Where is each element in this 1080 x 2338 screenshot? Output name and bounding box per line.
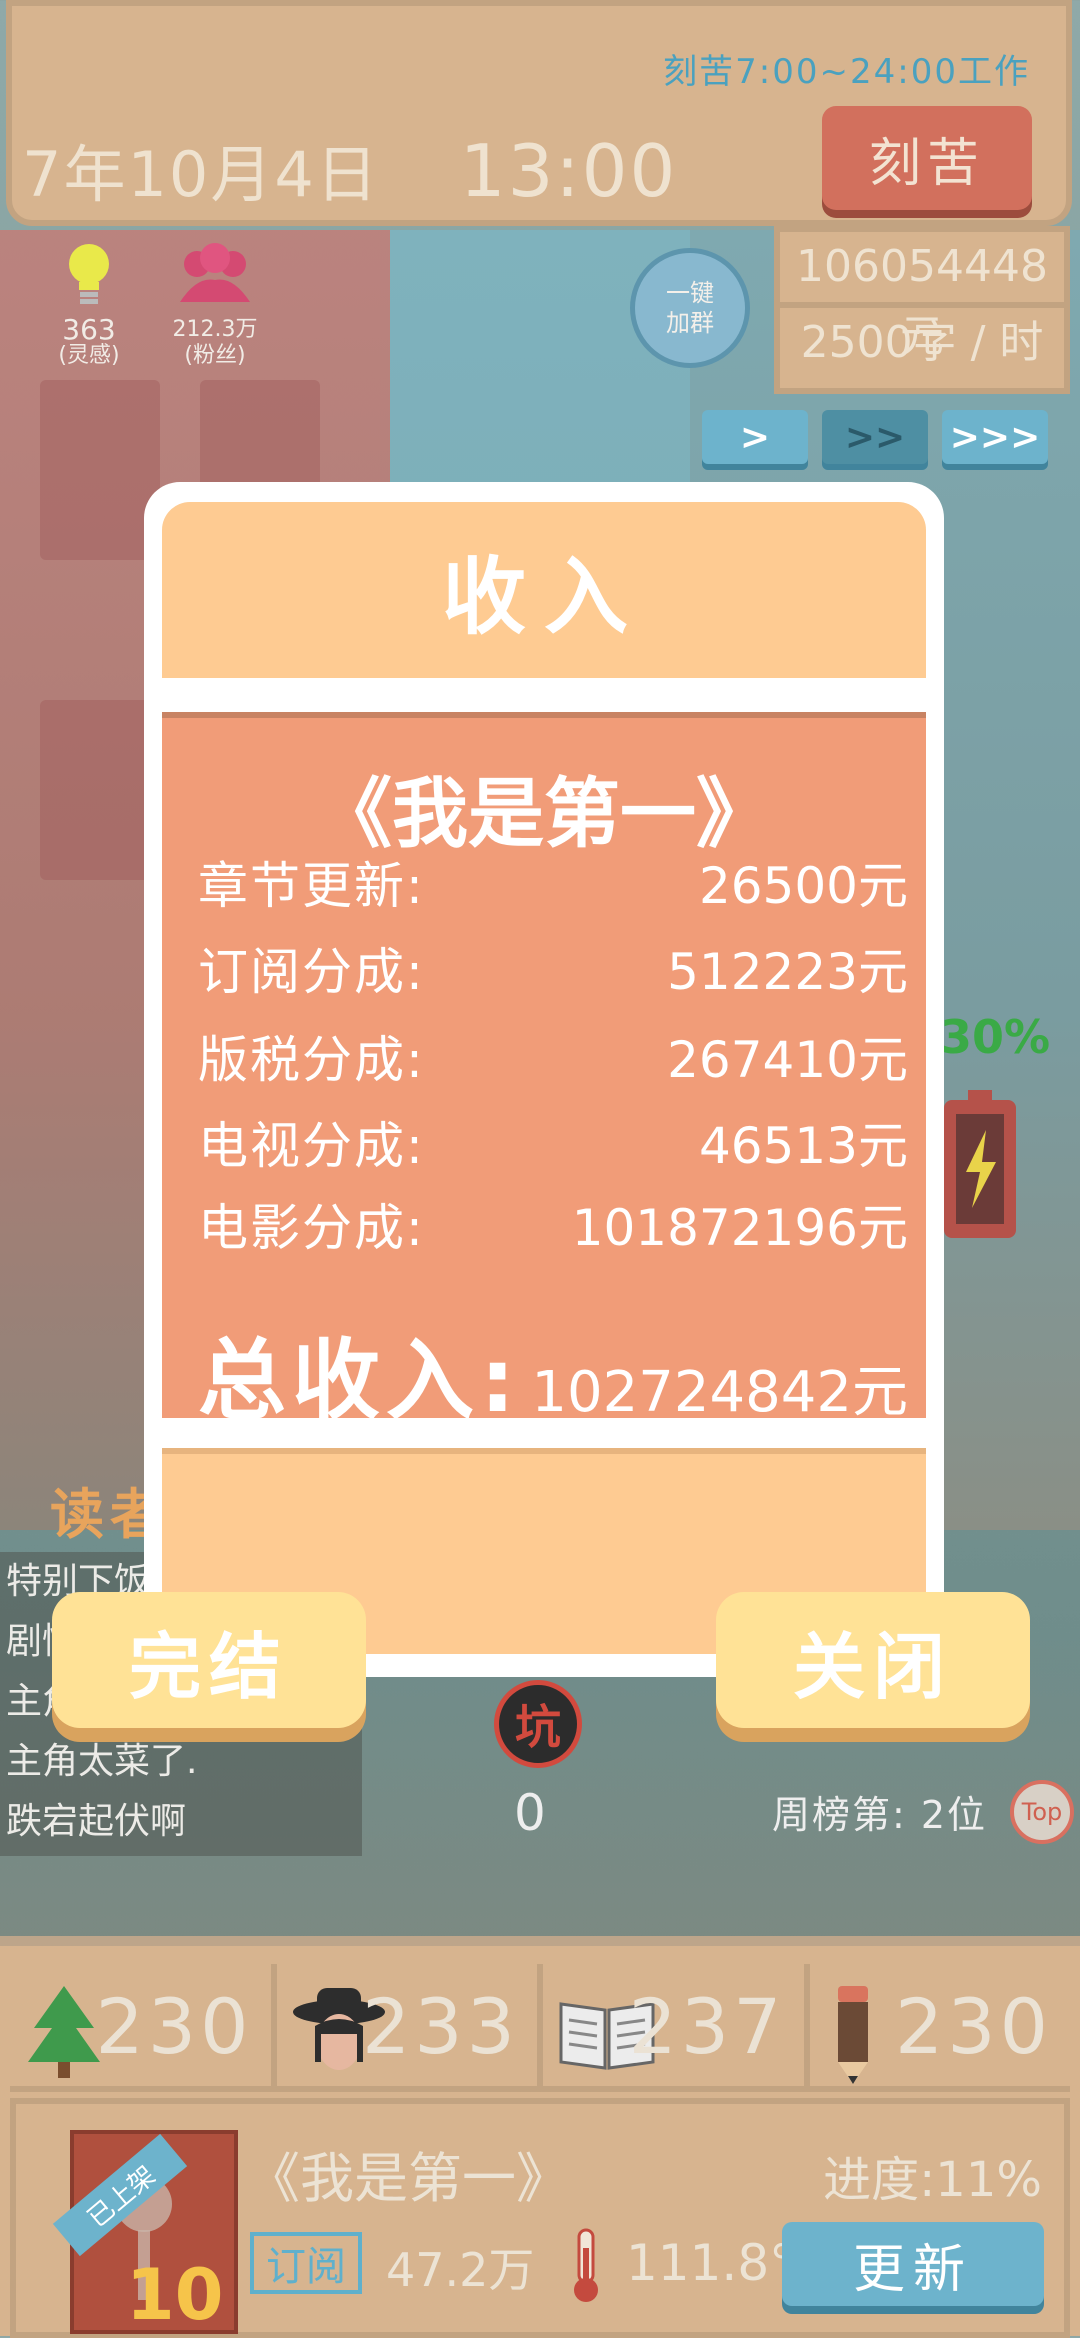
income-row-label: 电视分成: [198, 1117, 425, 1175]
income-total-value: 102724842元 [531, 1360, 908, 1425]
join-group-button[interactable]: 一键 加群 [630, 248, 750, 368]
speed-3x-button[interactable]: >>> [942, 410, 1048, 464]
work-hours-label: 刻苦7:00~24:00工作 [663, 52, 1030, 92]
speed-2x-button[interactable]: >> [822, 410, 928, 464]
pit-count: 0 [514, 1784, 546, 1842]
income-dialog-title: 收入 [162, 502, 926, 678]
weekly-rank: 周榜第: 2位 [772, 1793, 988, 1837]
close-button[interactable]: 关闭 [716, 1592, 1030, 1728]
writing-speed: 2500字 / 时 [800, 317, 1044, 368]
book-heat: 111.8° [626, 2234, 795, 2292]
income-dialog: 收入 《我是第一》 章节更新: 26500元 订阅分成: 512223元 版税分… [144, 482, 944, 1677]
income-row: 电影分成: 101872196元 [198, 1188, 908, 1260]
attributes-bar: 230 233 237 230 [10, 1964, 1070, 2092]
top-status-bar: 刻苦7:00~24:00工作 7年10月4日 13:00 刻苦 [6, 0, 1072, 226]
income-row: 订阅分成: 512223元 [198, 932, 908, 1004]
income-row: 版税分成: 267410元 [198, 1020, 908, 1092]
top-badge[interactable]: Top [1010, 1780, 1074, 1844]
pit-icon[interactable]: 坑 [494, 1680, 582, 1768]
attribute-character[interactable]: 233 [276, 1964, 543, 2092]
speed-1x-button[interactable]: > [702, 410, 808, 464]
attribute-value: 233 [361, 1982, 519, 2071]
game-date: 7年10月4日 [22, 138, 380, 211]
comment-item: 跌宕起伏啊 [6, 1801, 187, 1842]
fans-value: 212.3万 [172, 317, 258, 342]
fans-icon [180, 243, 250, 302]
income-row: 电视分成: 46513元 [198, 1106, 908, 1178]
income-total-row: 总收入: 102724842元 [198, 1310, 908, 1437]
income-row-value: 512223元 [667, 943, 908, 1001]
join-group-line2: 加群 [666, 309, 714, 337]
attribute-story[interactable]: 237 [543, 1964, 810, 2092]
battery-percent: 30% [940, 1010, 1051, 1064]
book-progress: 进度:11% [823, 2152, 1042, 2208]
income-row-value: 267410元 [667, 1031, 908, 1089]
income-row-label: 电影分成: [198, 1199, 425, 1257]
finish-button[interactable]: 完结 [52, 1592, 366, 1728]
game-speed-controls: > >> >>> [702, 410, 1048, 464]
attribute-value: 237 [628, 1982, 786, 2071]
battery-icon [944, 1090, 1016, 1238]
bottom-panel: 230 233 237 230 已上架 10 《我是第一》 进度:11% 订阅 … [0, 1936, 1080, 2338]
income-row-label: 订阅分成: [198, 943, 425, 1001]
grind-button[interactable]: 刻苦 [822, 106, 1032, 210]
inspiration-stat[interactable]: 363 (灵感) [46, 240, 132, 369]
attribute-value: 230 [894, 1982, 1052, 2071]
income-row-value: 26500元 [698, 857, 908, 915]
subscribe-badge: 订阅 [250, 2232, 362, 2294]
attribute-writing[interactable]: 230 [809, 1964, 1070, 2092]
money-amount: 106054448元 [780, 232, 1064, 362]
lightbulb-icon [69, 244, 109, 304]
current-book-title: 《我是第一》 [246, 2147, 570, 2210]
subscriber-count: 47.2万 [386, 2243, 535, 2297]
attribute-value: 230 [95, 1982, 253, 2071]
current-book-panel: 已上架 10 《我是第一》 进度:11% 订阅 47.2万 111.8° 更新 [10, 2098, 1070, 2338]
inspiration-label: (灵感) [58, 343, 120, 368]
book-cover[interactable]: 已上架 10 [52, 2130, 238, 2336]
background-window [40, 700, 160, 880]
income-total-label: 总收入: [198, 1329, 522, 1432]
attribute-setting[interactable]: 230 [10, 1964, 277, 2092]
wallet-panel: 106054448元 2500字 / 时 [774, 226, 1070, 394]
tree-icon [28, 1986, 100, 2078]
background-window [40, 380, 160, 560]
game-time: 13:00 [459, 129, 678, 213]
fans-label: (粉丝) [184, 343, 246, 368]
comment-item: 主角太菜了. [6, 1741, 198, 1782]
game-datetime: 7年10月4日 13:00 [22, 124, 677, 214]
join-group-line1: 一键 [666, 279, 714, 307]
pencil-icon [837, 1986, 868, 2084]
inspiration-value: 363 [62, 313, 116, 346]
income-dialog-body: 《我是第一》 章节更新: 26500元 订阅分成: 512223元 版税分成: … [162, 712, 926, 1432]
update-button[interactable]: 更新 [782, 2222, 1044, 2306]
income-row-value: 101872196元 [571, 1199, 908, 1257]
fans-stat[interactable]: 212.3万 (粉丝) [172, 240, 258, 369]
thermometer-icon [574, 2228, 598, 2302]
income-row-value: 46513元 [698, 1117, 908, 1175]
income-row-label: 章节更新: [198, 857, 425, 915]
book-cover-number: 10 [126, 2254, 224, 2336]
income-row: 章节更新: 26500元 [198, 846, 908, 918]
income-row-label: 版税分成: [198, 1031, 425, 1089]
